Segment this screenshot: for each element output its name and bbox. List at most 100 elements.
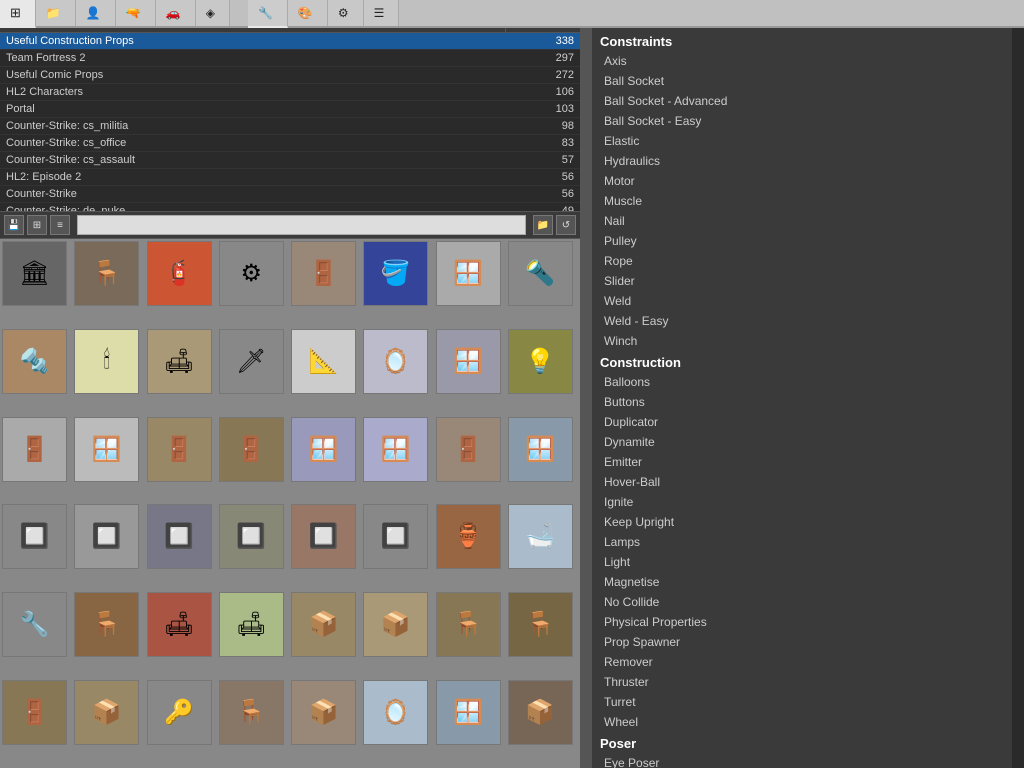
tools-item[interactable]: Ball Socket - Advanced: [592, 91, 1012, 111]
grid-item[interactable]: 🔩: [2, 329, 67, 394]
tab-postprocessing[interactable]: 🎨: [288, 0, 328, 26]
grid-item[interactable]: 🪑: [436, 592, 501, 657]
props-list-item[interactable]: Counter-Strike56: [0, 186, 580, 203]
grid-item[interactable]: 📦: [74, 680, 139, 745]
grid-item[interactable]: 🧯: [147, 241, 212, 306]
grid-item[interactable]: 🔲: [2, 504, 67, 569]
grid-item[interactable]: 💡: [508, 329, 573, 394]
tools-item[interactable]: Eye Poser: [592, 753, 1012, 768]
grid-item[interactable]: 🚪: [219, 417, 284, 482]
tools-item[interactable]: Pulley: [592, 231, 1012, 251]
props-list-item[interactable]: Team Fortress 2297: [0, 50, 580, 67]
tools-item[interactable]: Weld: [592, 291, 1012, 311]
grid-item[interactable]: 🛁: [508, 504, 573, 569]
tools-item[interactable]: Remover: [592, 652, 1012, 672]
tools-item[interactable]: Winch: [592, 331, 1012, 351]
props-list-scroll[interactable]: Useful Construction Props338Team Fortres…: [0, 33, 580, 211]
grid-item[interactable]: 🪞: [363, 680, 428, 745]
left-scrollbar[interactable]: [580, 28, 592, 768]
props-list-item[interactable]: Counter-Strike: cs_assault57: [0, 152, 580, 169]
tools-item[interactable]: Rope: [592, 251, 1012, 271]
tab-options[interactable]: ☰: [364, 0, 400, 26]
grid-item[interactable]: 🔲: [291, 504, 356, 569]
tools-item[interactable]: Emitter: [592, 452, 1012, 472]
tab-utilities[interactable]: ⚙: [328, 0, 364, 26]
grid-item[interactable]: 🔦: [508, 241, 573, 306]
save-button[interactable]: 💾: [4, 215, 24, 235]
grid-item[interactable]: 📦: [508, 680, 573, 745]
grid-item[interactable]: 🪟: [363, 417, 428, 482]
tab-entities[interactable]: ◈: [196, 0, 230, 26]
grid-item[interactable]: 🪟: [74, 417, 139, 482]
grid-item[interactable]: 🪑: [74, 592, 139, 657]
tools-item[interactable]: Axis: [592, 51, 1012, 71]
tools-item[interactable]: Muscle: [592, 191, 1012, 211]
grid-item[interactable]: 🪞: [363, 329, 428, 394]
list-view-button[interactable]: ≡: [50, 215, 70, 235]
grid-item[interactable]: 🚪: [291, 241, 356, 306]
grid-item[interactable]: 🔧: [2, 592, 67, 657]
search-input[interactable]: [77, 215, 526, 235]
grid-item[interactable]: 🚪: [147, 417, 212, 482]
props-list-item[interactable]: HL2: Episode 256: [0, 169, 580, 186]
grid-item[interactable]: 🪑: [74, 241, 139, 306]
props-list-item[interactable]: Useful Construction Props338: [0, 33, 580, 50]
props-list-item[interactable]: HL2 Characters106: [0, 84, 580, 101]
grid-item[interactable]: 🪑: [219, 680, 284, 745]
grid-item[interactable]: 📐: [291, 329, 356, 394]
grid-item[interactable]: 📦: [291, 680, 356, 745]
grid-item[interactable]: ⚙: [219, 241, 284, 306]
props-list-item[interactable]: Useful Comic Props272: [0, 67, 580, 84]
tools-item[interactable]: Lamps: [592, 532, 1012, 552]
tools-item[interactable]: Duplicator: [592, 412, 1012, 432]
props-list-item[interactable]: Counter-Strike: cs_office83: [0, 135, 580, 152]
tab-props[interactable]: ⊞: [0, 0, 36, 28]
grid-item[interactable]: 🛋: [219, 592, 284, 657]
grid-item[interactable]: 🚪: [2, 417, 67, 482]
grid-item[interactable]: 🏺: [436, 504, 501, 569]
tools-item[interactable]: Ball Socket - Easy: [592, 111, 1012, 131]
props-list-item[interactable]: Portal103: [0, 101, 580, 118]
tools-item[interactable]: Dynamite: [592, 432, 1012, 452]
grid-item[interactable]: 🔲: [74, 504, 139, 569]
tab-weapons[interactable]: 🔫: [116, 0, 156, 26]
tools-item[interactable]: Physical Properties: [592, 612, 1012, 632]
grid-item[interactable]: 🗡: [219, 329, 284, 394]
tools-item[interactable]: Buttons: [592, 392, 1012, 412]
grid-item[interactable]: 🔑: [147, 680, 212, 745]
tab-tools[interactable]: 🔧: [248, 0, 288, 28]
tools-item[interactable]: Motor: [592, 171, 1012, 191]
tools-item[interactable]: Magnetise: [592, 572, 1012, 592]
props-grid[interactable]: 🏛🪑🧯⚙🚪🪣🪟🔦🔩🕯🛋🗡📐🪞🪟💡🚪🪟🚪🚪🪟🪟🚪🪟🔲🔲🔲🔲🔲🔲🏺🛁🔧🪑🛋🛋📦📦🪑🪑…: [0, 239, 580, 768]
grid-item[interactable]: 🚪: [436, 417, 501, 482]
grid-item[interactable]: 🏛: [2, 241, 67, 306]
grid-item[interactable]: 🪑: [508, 592, 573, 657]
grid-item[interactable]: 📦: [363, 592, 428, 657]
tab-browse[interactable]: 📁: [36, 0, 76, 26]
tools-item[interactable]: Weld - Easy: [592, 311, 1012, 331]
tools-item[interactable]: Nail: [592, 211, 1012, 231]
tools-item[interactable]: Balloons: [592, 372, 1012, 392]
tools-item[interactable]: Keep Upright: [592, 512, 1012, 532]
props-list-item[interactable]: Counter-Strike: de_nuke49: [0, 203, 580, 211]
grid-view-button[interactable]: ⊞: [27, 215, 47, 235]
props-list-item[interactable]: Counter-Strike: cs_militia98: [0, 118, 580, 135]
tools-item[interactable]: Hydraulics: [592, 151, 1012, 171]
tools-item[interactable]: Elastic: [592, 131, 1012, 151]
grid-item[interactable]: 🪣: [363, 241, 428, 306]
tools-item[interactable]: Ball Socket: [592, 71, 1012, 91]
tools-scrollbar[interactable]: [1012, 28, 1024, 768]
grid-item[interactable]: 🔲: [219, 504, 284, 569]
grid-item[interactable]: 🪟: [291, 417, 356, 482]
folder-button[interactable]: 📁: [533, 215, 553, 235]
tab-npcs[interactable]: 👤: [76, 0, 116, 26]
tools-item[interactable]: Hover-Ball: [592, 472, 1012, 492]
tools-item[interactable]: No Collide: [592, 592, 1012, 612]
tools-item[interactable]: Slider: [592, 271, 1012, 291]
tools-item[interactable]: Prop Spawner: [592, 632, 1012, 652]
tools-item[interactable]: Thruster: [592, 672, 1012, 692]
grid-item[interactable]: 🔲: [147, 504, 212, 569]
tools-item[interactable]: Turret: [592, 692, 1012, 712]
tab-vehicles[interactable]: 🚗: [156, 0, 196, 26]
grid-item[interactable]: 🚪: [2, 680, 67, 745]
